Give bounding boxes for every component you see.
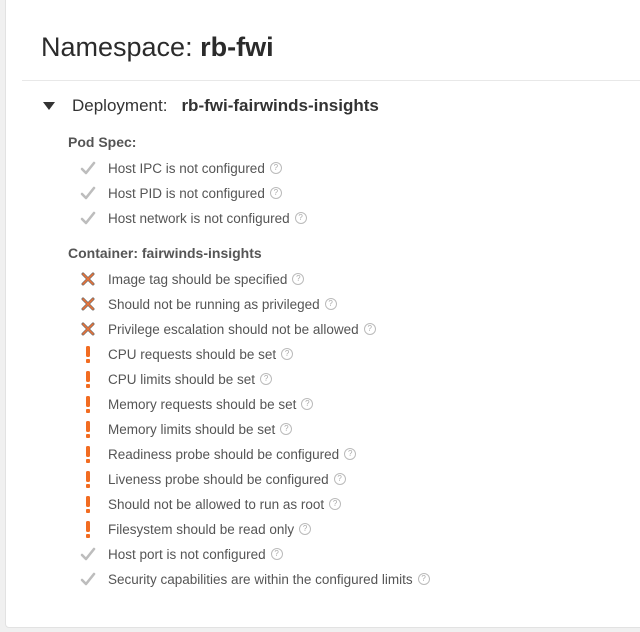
check-text: CPU limits should be set xyxy=(108,371,256,387)
check-item: Readiness probe should be configured? xyxy=(78,444,357,464)
check-text: Liveness probe should be configured xyxy=(108,471,329,487)
exclamation-icon xyxy=(78,345,98,363)
x-icon xyxy=(78,295,98,313)
check-item: CPU limits should be set? xyxy=(78,369,273,389)
check-text: Filesystem should be read only xyxy=(108,521,295,537)
check-text: Host PID is not configured xyxy=(108,185,265,201)
check-icon xyxy=(78,184,98,202)
check-item: Should not be running as privileged? xyxy=(78,294,337,314)
check-text: Host port is not configured xyxy=(108,546,266,562)
check-item: Memory requests should be set? xyxy=(78,394,314,414)
help-icon[interactable]: ? xyxy=(417,573,430,585)
exclamation-icon xyxy=(78,495,98,513)
divider xyxy=(22,80,640,81)
help-icon[interactable]: ? xyxy=(269,187,282,199)
check-item: Image tag should be specified? xyxy=(78,269,305,289)
help-icon[interactable]: ? xyxy=(299,523,312,535)
exclamation-icon xyxy=(78,445,98,463)
help-icon[interactable]: ? xyxy=(292,273,305,285)
exclamation-icon xyxy=(78,370,98,388)
help-icon[interactable]: ? xyxy=(363,323,376,335)
deployment-name: rb-fwi-fairwinds-insights xyxy=(181,96,379,115)
check-text: Host network is not configured xyxy=(108,210,290,226)
help-icon[interactable]: ? xyxy=(294,212,307,224)
check-text: Image tag should be specified xyxy=(108,271,288,287)
namespace-name: rb-fwi xyxy=(200,32,274,62)
help-icon[interactable]: ? xyxy=(329,498,342,510)
check-text: Memory limits should be set xyxy=(108,421,276,437)
check-text: Readiness probe should be configured xyxy=(108,446,340,462)
x-icon xyxy=(78,320,98,338)
check-item: Filesystem should be read only? xyxy=(78,519,312,539)
check-item: Privilege escalation should not be allow… xyxy=(78,319,376,339)
check-item: Liveness probe should be configured? xyxy=(78,469,346,489)
help-icon[interactable]: ? xyxy=(301,398,314,410)
help-icon[interactable]: ? xyxy=(333,473,346,485)
help-icon[interactable]: ? xyxy=(269,162,282,174)
check-item: Memory limits should be set? xyxy=(78,419,293,439)
exclamation-icon xyxy=(78,420,98,438)
help-icon[interactable]: ? xyxy=(260,373,273,385)
exclamation-icon xyxy=(78,395,98,413)
check-icon xyxy=(78,570,98,588)
check-icon xyxy=(78,545,98,563)
deployment-header[interactable]: Deployment: rb-fwi-fairwinds-insights xyxy=(43,96,379,116)
page-title: Namespace: rb-fwi xyxy=(41,32,274,63)
section-heading: Container: fairwinds-insights xyxy=(68,245,262,261)
namespace-label: Namespace: xyxy=(41,32,193,62)
collapse-caret-icon[interactable] xyxy=(43,102,55,110)
check-item: Security capabilities are within the con… xyxy=(78,569,430,589)
deployment-label: Deployment: xyxy=(72,96,168,115)
check-item: Host PID is not configured? xyxy=(78,183,282,203)
check-item: Should not be allowed to run as root? xyxy=(78,494,342,514)
help-icon[interactable]: ? xyxy=(281,348,294,360)
check-text: Memory requests should be set xyxy=(108,396,297,412)
help-icon[interactable]: ? xyxy=(324,298,337,310)
section-heading: Pod Spec: xyxy=(68,134,137,150)
check-item: Host port is not configured? xyxy=(78,544,283,564)
help-icon[interactable]: ? xyxy=(344,448,357,460)
check-text: Privilege escalation should not be allow… xyxy=(108,321,359,337)
help-icon[interactable]: ? xyxy=(280,423,293,435)
check-item: CPU requests should be set? xyxy=(78,344,294,364)
check-text: Security capabilities are within the con… xyxy=(108,571,413,587)
x-icon xyxy=(78,270,98,288)
check-text: Should not be allowed to run as root xyxy=(108,496,325,512)
check-item: Host network is not configured? xyxy=(78,208,307,228)
exclamation-icon xyxy=(78,520,98,538)
exclamation-icon xyxy=(78,470,98,488)
check-icon xyxy=(78,159,98,177)
check-text: CPU requests should be set xyxy=(108,346,277,362)
check-icon xyxy=(78,209,98,227)
check-item: Host IPC is not configured? xyxy=(78,158,282,178)
check-text: Host IPC is not configured xyxy=(108,160,265,176)
check-text: Should not be running as privileged xyxy=(108,296,320,312)
help-icon[interactable]: ? xyxy=(270,548,283,560)
